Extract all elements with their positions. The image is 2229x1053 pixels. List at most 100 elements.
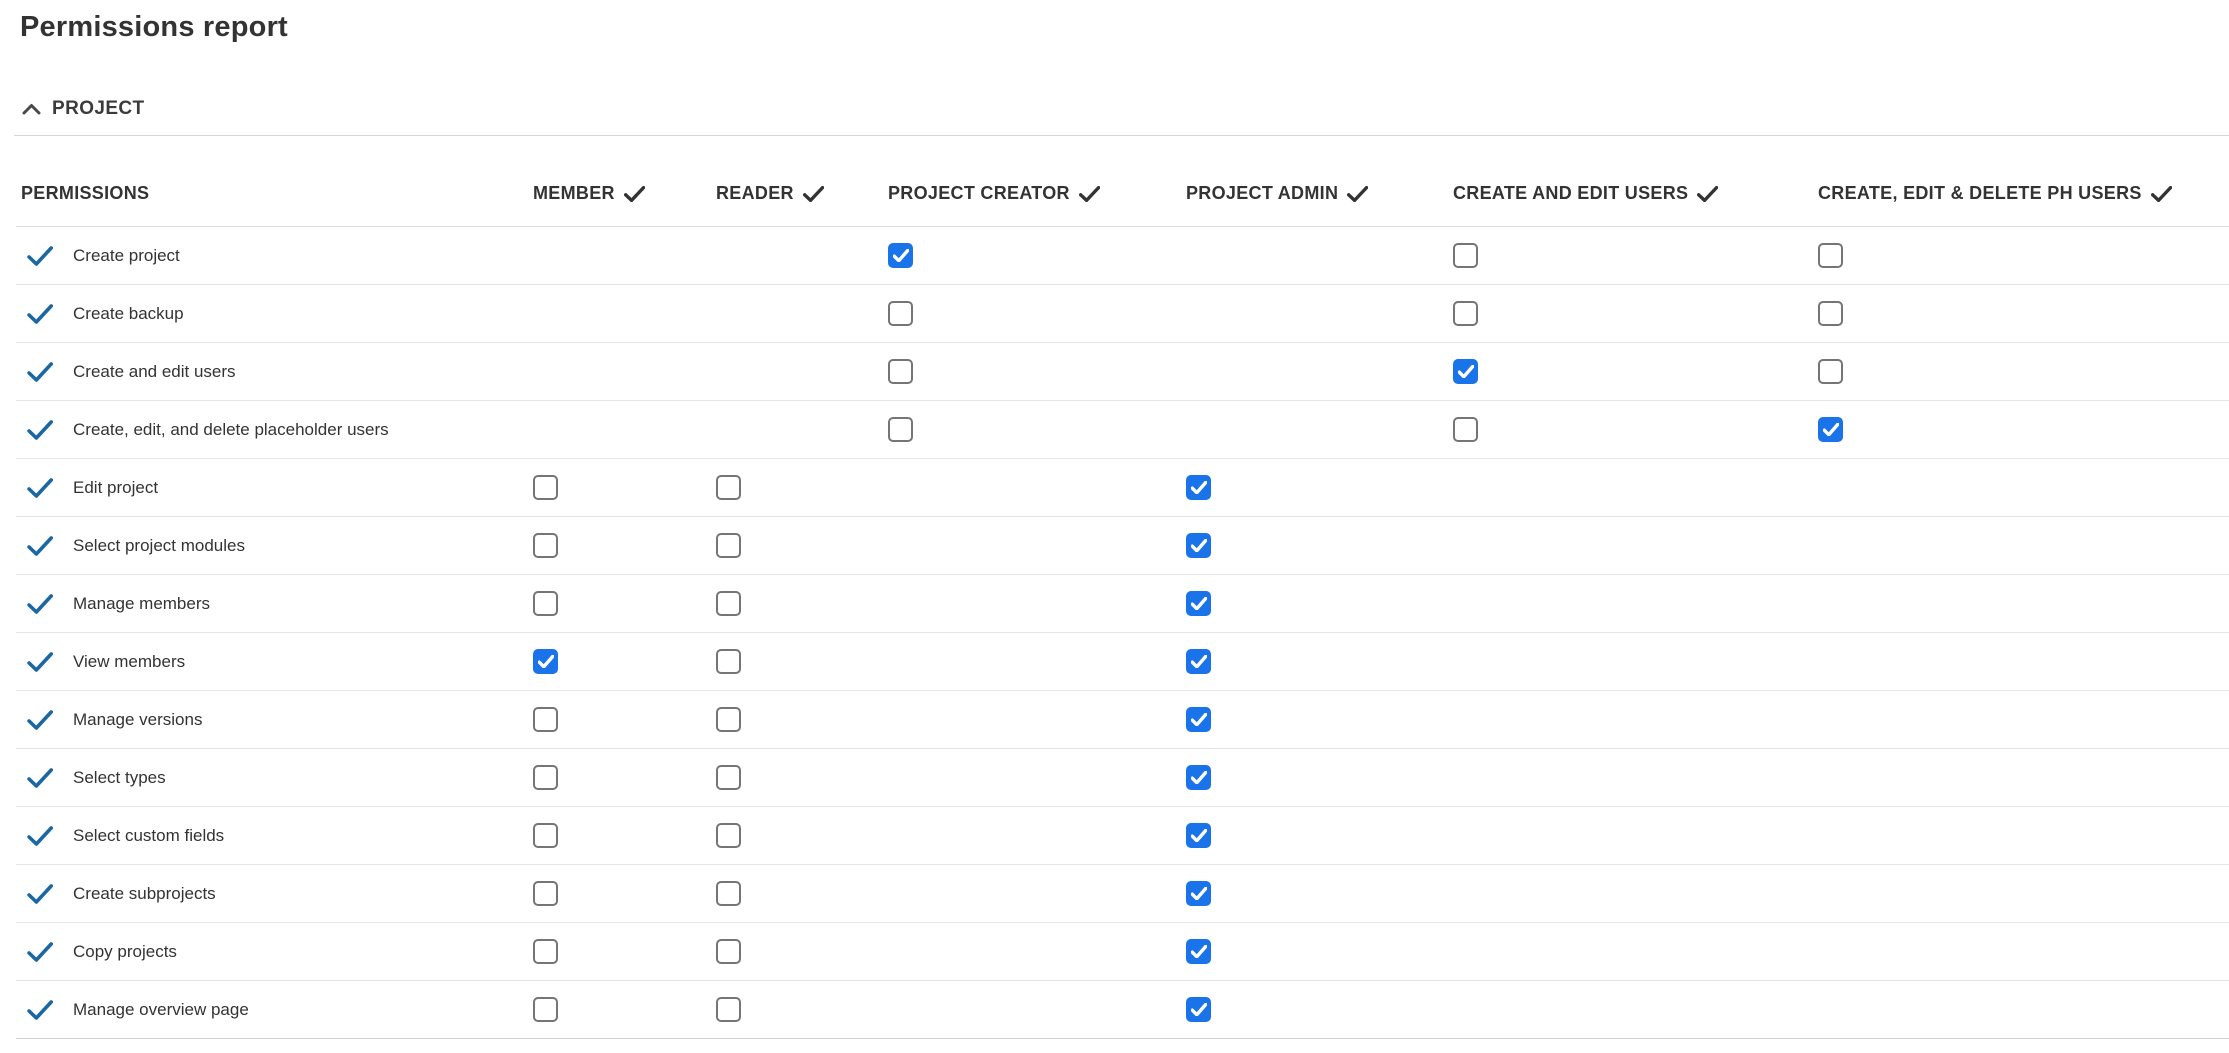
- checkbox-create-edit-delete-ph-users-create-edit-and-delete-placeholder-users[interactable]: [1818, 417, 1843, 442]
- permission-row-manage-overview-page: Manage overview page: [16, 981, 2229, 1039]
- permission-check-icon[interactable]: [27, 362, 54, 382]
- checkbox-reader-manage-versions[interactable]: [716, 707, 741, 732]
- checkbox-member-manage-versions[interactable]: [533, 707, 558, 732]
- permission-check-icon[interactable]: [27, 826, 54, 846]
- permission-name-cell: Manage overview page: [16, 1000, 533, 1020]
- check-all-icon[interactable]: [803, 186, 824, 202]
- permission-check-icon[interactable]: [27, 652, 54, 672]
- permission-row-edit-project: Edit project: [16, 459, 2229, 517]
- permission-check-icon[interactable]: [27, 246, 54, 266]
- checkbox-reader-copy-projects[interactable]: [716, 939, 741, 964]
- role-cell-member: [533, 881, 716, 906]
- role-cell-reader: [716, 939, 888, 964]
- checkbox-member-select-types[interactable]: [533, 765, 558, 790]
- role-cell-reader: [716, 707, 888, 732]
- checkbox-create-edit-delete-ph-users-create-and-edit-users[interactable]: [1818, 359, 1843, 384]
- checkbox-project-admin-manage-versions[interactable]: [1186, 707, 1211, 732]
- checkbox-reader-select-types[interactable]: [716, 765, 741, 790]
- permissions-table: PERMISSIONS MEMBER READER PROJECT CREATO…: [16, 136, 2229, 1039]
- checkbox-project-admin-select-custom-fields[interactable]: [1186, 823, 1211, 848]
- permission-label: Edit project: [73, 478, 158, 498]
- permission-check-icon[interactable]: [27, 304, 54, 324]
- permission-check-icon[interactable]: [27, 536, 54, 556]
- checkbox-member-edit-project[interactable]: [533, 475, 558, 500]
- role-cell-project-admin: [1186, 707, 1453, 732]
- permission-name-cell: Select types: [16, 768, 533, 788]
- permission-name-cell: Create, edit, and delete placeholder use…: [16, 420, 533, 440]
- checkbox-member-manage-overview-page[interactable]: [533, 997, 558, 1022]
- permission-label: Create and edit users: [73, 362, 236, 382]
- permission-row-view-members: View members: [16, 633, 2229, 691]
- role-header-label: PROJECT CREATOR: [888, 183, 1070, 204]
- permission-row-manage-versions: Manage versions: [16, 691, 2229, 749]
- checkbox-create-and-edit-users-create-and-edit-users[interactable]: [1453, 359, 1478, 384]
- permission-check-icon[interactable]: [27, 942, 54, 962]
- permission-check-icon[interactable]: [27, 420, 54, 440]
- role-cell-project-admin: [1186, 823, 1453, 848]
- checkbox-reader-create-subprojects[interactable]: [716, 881, 741, 906]
- checkbox-reader-manage-members[interactable]: [716, 591, 741, 616]
- role-cell-project-admin: [1186, 533, 1453, 558]
- checkbox-create-edit-delete-ph-users-create-backup[interactable]: [1818, 301, 1843, 326]
- checkbox-project-admin-copy-projects[interactable]: [1186, 939, 1211, 964]
- checkbox-project-creator-create-backup[interactable]: [888, 301, 913, 326]
- role-cell-project-creator: [888, 243, 1186, 268]
- checkbox-reader-manage-overview-page[interactable]: [716, 997, 741, 1022]
- checkbox-project-admin-select-types[interactable]: [1186, 765, 1211, 790]
- checkbox-project-creator-create-edit-and-delete-placeholder-users[interactable]: [888, 417, 913, 442]
- check-all-icon[interactable]: [1079, 186, 1100, 202]
- permission-check-icon[interactable]: [27, 884, 54, 904]
- permission-check-icon[interactable]: [27, 478, 54, 498]
- checkbox-create-and-edit-users-create-project[interactable]: [1453, 243, 1478, 268]
- checkbox-create-and-edit-users-create-edit-and-delete-placeholder-users[interactable]: [1453, 417, 1478, 442]
- role-cell-create-and-edit-users: [1453, 359, 1818, 384]
- role-cell-project-admin: [1186, 997, 1453, 1022]
- checkbox-member-manage-members[interactable]: [533, 591, 558, 616]
- permission-check-icon[interactable]: [27, 710, 54, 730]
- role-cell-reader: [716, 533, 888, 558]
- check-all-icon[interactable]: [624, 186, 645, 202]
- checkbox-member-select-custom-fields[interactable]: [533, 823, 558, 848]
- permission-name-cell: View members: [16, 652, 533, 672]
- permission-row-manage-members: Manage members: [16, 575, 2229, 633]
- checkbox-create-and-edit-users-create-backup[interactable]: [1453, 301, 1478, 326]
- permission-check-icon[interactable]: [27, 594, 54, 614]
- role-cell-project-creator: [888, 417, 1186, 442]
- checkbox-project-creator-create-project[interactable]: [888, 243, 913, 268]
- permission-check-icon[interactable]: [27, 1000, 54, 1020]
- permission-check-icon[interactable]: [27, 768, 54, 788]
- checkbox-project-admin-create-subprojects[interactable]: [1186, 881, 1211, 906]
- permission-name-cell: Edit project: [16, 478, 533, 498]
- permission-row-create-project: Create project: [16, 227, 2229, 285]
- checkbox-reader-select-custom-fields[interactable]: [716, 823, 741, 848]
- check-all-icon[interactable]: [1347, 186, 1368, 202]
- permission-label: Copy projects: [73, 942, 177, 962]
- checkbox-project-admin-edit-project[interactable]: [1186, 475, 1211, 500]
- checkbox-reader-select-project-modules[interactable]: [716, 533, 741, 558]
- checkbox-project-admin-manage-overview-page[interactable]: [1186, 997, 1211, 1022]
- checkbox-project-creator-create-and-edit-users[interactable]: [888, 359, 913, 384]
- check-all-icon[interactable]: [1697, 186, 1718, 202]
- role-header-label: READER: [716, 183, 794, 204]
- role-cell-member: [533, 823, 716, 848]
- checkbox-create-edit-delete-ph-users-create-project[interactable]: [1818, 243, 1843, 268]
- checkbox-member-copy-projects[interactable]: [533, 939, 558, 964]
- section-toggle-project[interactable]: PROJECT: [22, 96, 2229, 122]
- role-cell-member: [533, 533, 716, 558]
- checkbox-member-select-project-modules[interactable]: [533, 533, 558, 558]
- checkbox-reader-view-members[interactable]: [716, 649, 741, 674]
- checkbox-reader-edit-project[interactable]: [716, 475, 741, 500]
- checkbox-project-admin-select-project-modules[interactable]: [1186, 533, 1211, 558]
- role-cell-member: [533, 649, 716, 674]
- checkbox-project-admin-manage-members[interactable]: [1186, 591, 1211, 616]
- checkbox-member-view-members[interactable]: [533, 649, 558, 674]
- role-cell-member: [533, 707, 716, 732]
- role-cell-member: [533, 939, 716, 964]
- checkbox-member-create-subprojects[interactable]: [533, 881, 558, 906]
- role-cell-project-admin: [1186, 591, 1453, 616]
- checkbox-project-admin-view-members[interactable]: [1186, 649, 1211, 674]
- role-cell-reader: [716, 881, 888, 906]
- role-cell-member: [533, 765, 716, 790]
- check-all-icon[interactable]: [2151, 186, 2172, 202]
- permission-name-cell: Create and edit users: [16, 362, 533, 382]
